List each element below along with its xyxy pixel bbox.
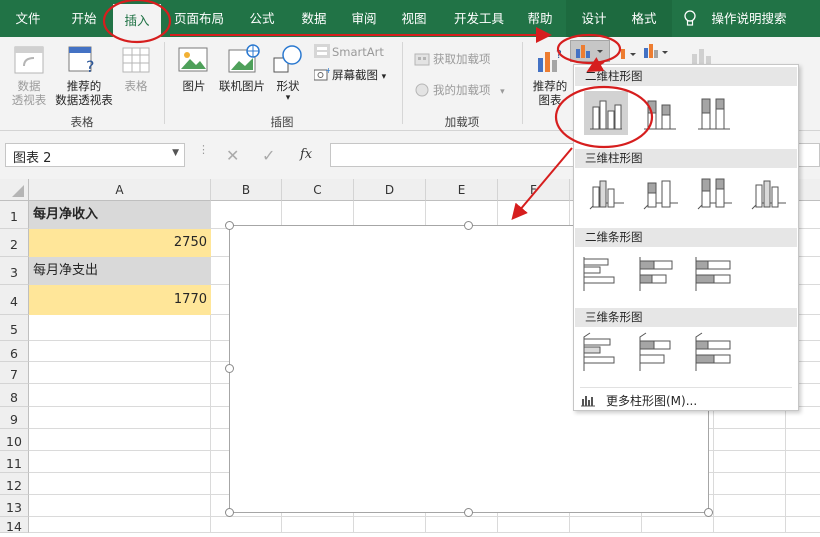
annotation-overlay	[102, 0, 654, 221]
arrow-to-chart-area	[511, 147, 573, 221]
highlight-column-chart-circle	[556, 33, 622, 65]
highlight-clustered-column-circle	[554, 85, 654, 149]
highlight-insert-tab-circle	[102, 0, 172, 44]
